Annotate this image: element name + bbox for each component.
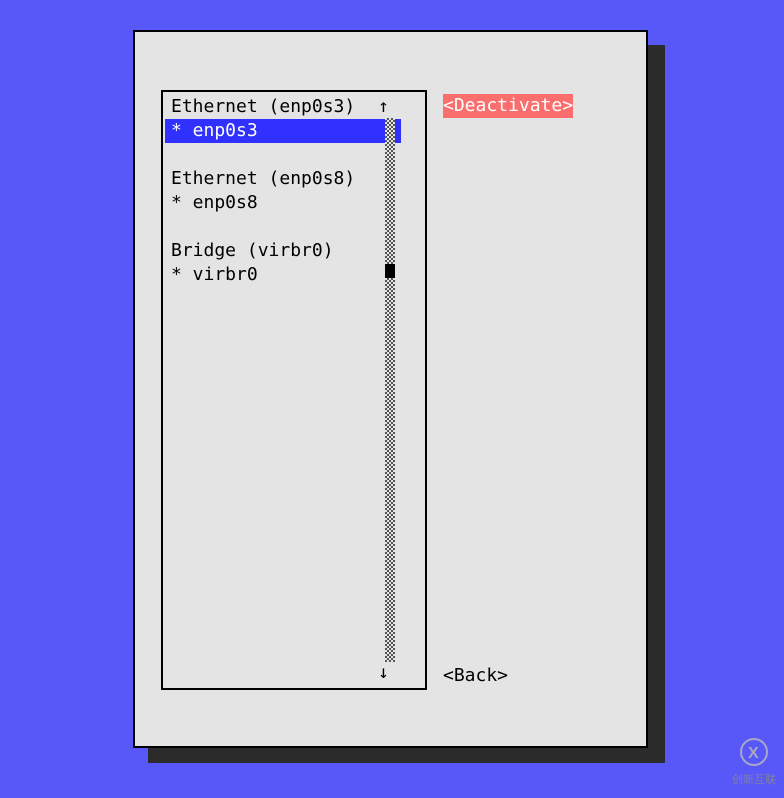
deactivate-button[interactable]: <Deactivate> [443,94,573,118]
iface-header: Ethernet (enp0s8) [165,167,401,191]
connection-list-frame: Ethernet (enp0s3) * enp0s3 Ethernet (enp… [161,90,427,690]
connection-item[interactable]: * enp0s8 [165,191,401,215]
connection-item[interactable]: * virbr0 [165,263,401,287]
iface-header: Bridge (virbr0) [165,239,401,263]
watermark: 创新互联 [732,738,776,792]
back-button[interactable]: <Back> [443,664,508,688]
connection-item[interactable]: * enp0s3 [165,119,401,143]
watermark-logo-icon [740,738,768,766]
watermark-text: 创新互联 [732,768,776,792]
connection-list[interactable]: Ethernet (enp0s3) * enp0s3 Ethernet (enp… [165,95,401,287]
scroll-up-icon[interactable]: ↑ [378,95,389,119]
scrollbar-track[interactable] [385,118,395,662]
nmtui-dialog: Ethernet (enp0s3) * enp0s3 Ethernet (enp… [133,30,648,748]
spacer [165,143,401,167]
scrollbar-thumb[interactable] [385,264,395,278]
scroll-down-icon[interactable]: ↓ [378,661,389,685]
scroll-arrows: ↑ [378,95,389,119]
spacer [165,215,401,239]
iface-header: Ethernet (enp0s3) [165,95,401,119]
